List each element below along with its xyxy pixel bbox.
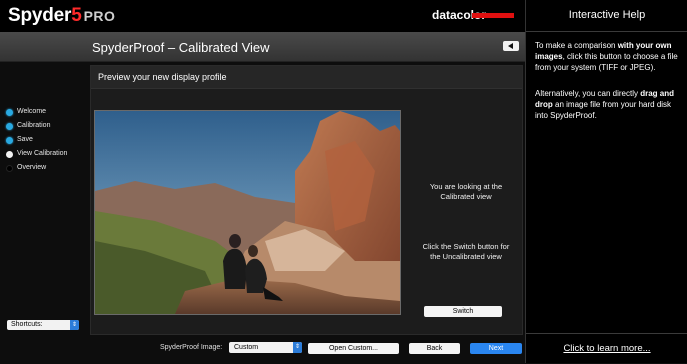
panel-header: Preview your new display profile [91, 66, 522, 89]
back-button[interactable]: Back [409, 343, 460, 354]
app-header: Spyder5 PRO datacolor [0, 0, 525, 32]
spyder5pro-logo: Spyder5 PRO [8, 5, 116, 26]
dropdown-arrows-icon: ⇕ [70, 320, 79, 330]
help-paragraph-compare: To make a comparison with your own image… [535, 41, 678, 72]
shortcuts-dropdown[interactable]: Shortcuts: ⇕ [7, 320, 79, 330]
help-footer: Click to learn more... [526, 333, 687, 364]
open-custom-button[interactable]: Open Custom... [308, 343, 399, 354]
step-pending-icon [6, 165, 13, 172]
learn-more-link[interactable]: Click to learn more... [526, 343, 687, 354]
spyderproof-image-label: SpyderProof Image: [160, 344, 223, 351]
left-triangle-icon [508, 43, 513, 49]
page-title: SpyderProof – Calibrated View [92, 40, 270, 55]
datacolor-logo-bar [472, 13, 514, 18]
switch-instruction-message: Click the Switch button for the Uncalibr… [422, 242, 510, 261]
help-title: Interactive Help [568, 9, 646, 21]
page-titlebar: SpyderProof – Calibrated View [0, 32, 525, 62]
interactive-help-panel: Interactive Help To make a comparison wi… [525, 0, 687, 363]
collapse-help-button[interactable] [503, 41, 519, 51]
preview-panel: Preview your new display profile You are… [90, 65, 523, 335]
panel-heading: Preview your new display profile [98, 72, 227, 82]
step-complete-icon [6, 109, 13, 116]
next-button[interactable]: Next [470, 343, 522, 354]
step-current-icon [6, 151, 13, 158]
switch-button[interactable]: Switch [424, 306, 502, 317]
preview-photo [94, 110, 401, 315]
step-complete-icon [6, 137, 13, 144]
dropdown-arrows-icon: ⇕ [293, 342, 302, 353]
calibrated-view-message: You are looking at the Calibrated view [429, 182, 503, 201]
help-header: Interactive Help [526, 0, 687, 32]
help-paragraph-drag-drop: Alternatively, you can directly drag and… [535, 89, 675, 120]
step-complete-icon [6, 123, 13, 130]
spyderproof-image-select[interactable]: Custom ⇕ [229, 342, 302, 353]
